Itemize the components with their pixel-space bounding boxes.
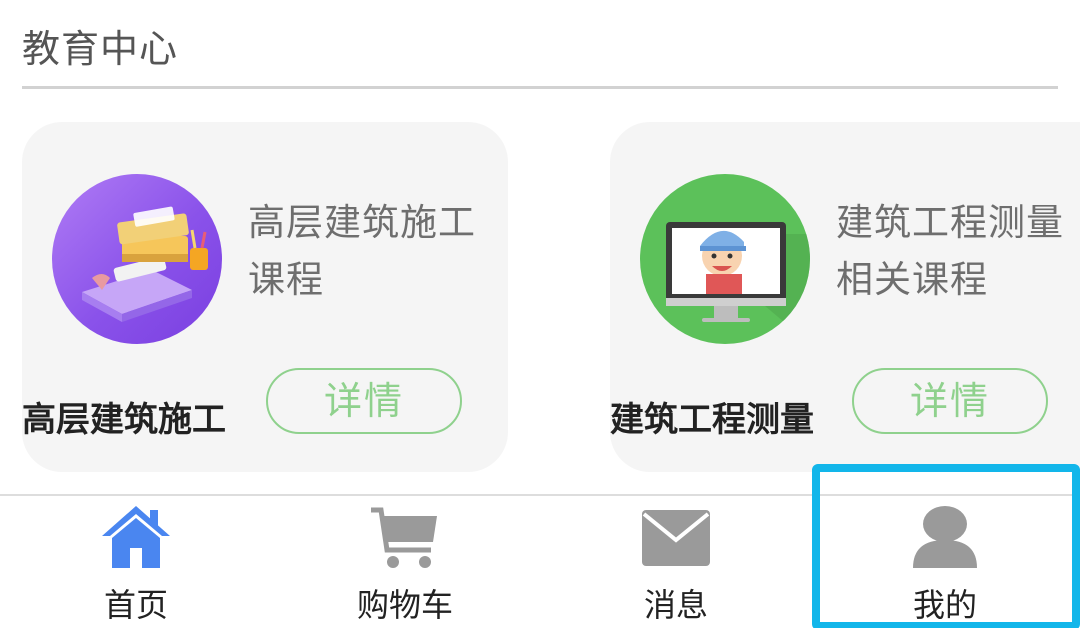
page-title: 教育中心 bbox=[22, 27, 179, 71]
education-center-page: 教育中心 高层建筑施工课程 高层建筑施工 详情 建筑工程测量相关课程 建筑工程测… bbox=[0, 0, 1080, 628]
tab-label: 消息 bbox=[643, 586, 708, 624]
tab-home[interactable]: 首页 bbox=[36, 500, 236, 628]
home-icon bbox=[100, 504, 172, 574]
tab-label: 首页 bbox=[103, 586, 168, 624]
tab-cart[interactable]: 购物车 bbox=[305, 500, 505, 628]
title-divider bbox=[22, 86, 1058, 89]
details-button[interactable]: 详情 bbox=[266, 368, 462, 434]
tab-label: 购物车 bbox=[356, 586, 453, 624]
highlight-box bbox=[812, 464, 1080, 628]
course-description: 高层建筑施工课程 bbox=[248, 201, 476, 301]
monitor-worker-icon bbox=[640, 174, 810, 344]
books-diploma-icon bbox=[52, 174, 222, 344]
mail-icon bbox=[640, 504, 712, 574]
tab-messages[interactable]: 消息 bbox=[576, 500, 776, 628]
course-card-high-rise[interactable]: 高层建筑施工课程 高层建筑施工 详情 bbox=[22, 122, 508, 472]
course-name: 高层建筑施工 bbox=[22, 400, 226, 440]
cart-icon bbox=[369, 504, 441, 574]
details-button[interactable]: 详情 bbox=[852, 368, 1048, 434]
course-card-surveying[interactable]: 建筑工程测量相关课程 建筑工程测量 详情 bbox=[610, 122, 1080, 472]
course-description: 建筑工程测量相关课程 bbox=[836, 201, 1064, 301]
course-name: 建筑工程测量 bbox=[610, 400, 814, 440]
